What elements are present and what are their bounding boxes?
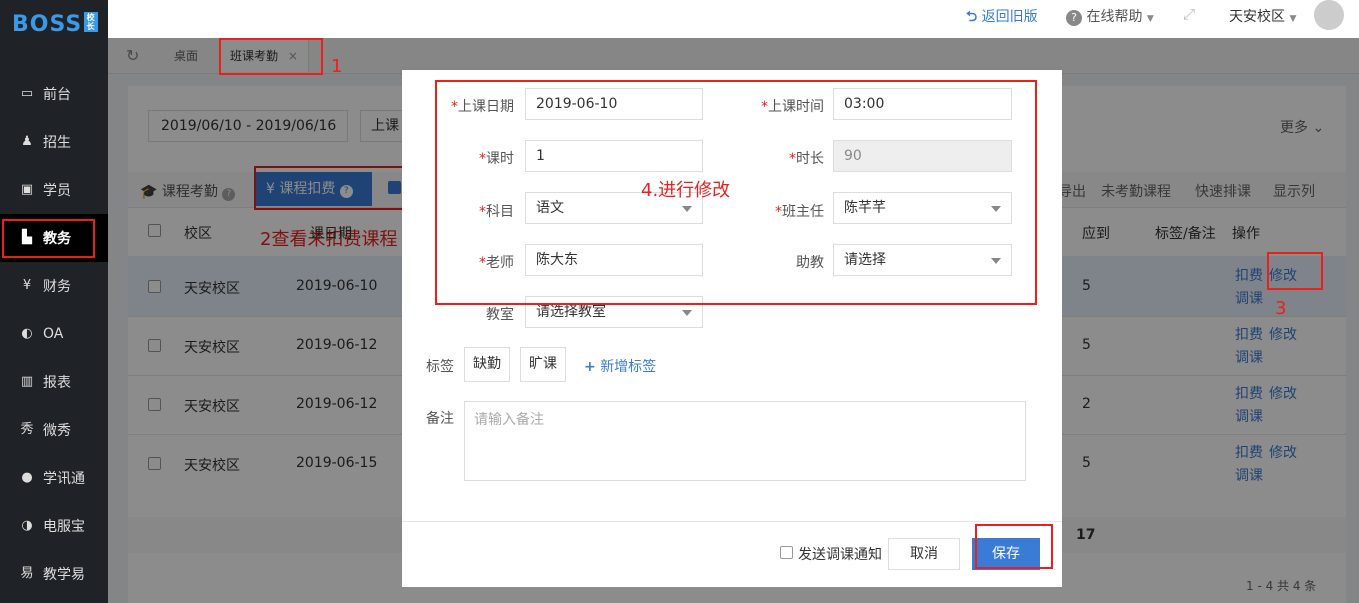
- bar-chart-icon: ▥: [20, 374, 34, 389]
- xiu-icon: 秀: [20, 422, 34, 437]
- plus-icon: +: [584, 359, 596, 375]
- sidebar-item-dianfubao[interactable]: ◑ 电服宝: [0, 502, 108, 550]
- id-card-icon: ▣: [20, 182, 34, 197]
- sidebar-item-enroll[interactable]: ♟ 招生: [0, 118, 108, 166]
- notify-checkbox[interactable]: [780, 546, 793, 559]
- chevron-down-icon: ▼: [1146, 14, 1154, 24]
- yen-icon: ¥: [22, 278, 32, 293]
- sidebar-item-xuexuntong[interactable]: ● 学讯通: [0, 454, 108, 502]
- annotation-box-edit: [1267, 252, 1323, 290]
- sidebar-item-finance[interactable]: ¥ 财务: [0, 262, 108, 310]
- user-add-icon: ♟: [21, 134, 33, 149]
- teach-icon: 易: [20, 566, 34, 581]
- annotation-4: 4.进行修改: [641, 180, 731, 201]
- undo-icon: ⮌: [966, 9, 978, 25]
- calendar-icon: ▭: [20, 86, 34, 101]
- add-tag-button[interactable]: + 新增标签: [584, 356, 656, 376]
- sidebar-item-frontdesk[interactable]: ▭ 前台: [0, 70, 108, 118]
- note-textarea[interactable]: 请输入备注: [464, 401, 1026, 481]
- tag-truant[interactable]: 旷课: [520, 347, 566, 382]
- fullscreen-icon[interactable]: ⤢: [1183, 5, 1195, 23]
- sidebar-item-weixiu[interactable]: 秀微秀: [0, 406, 108, 454]
- annotation-box-tab: [219, 38, 323, 75]
- annotation-1: 1: [331, 56, 343, 77]
- sidebar-item-jiaoxueyi[interactable]: 易教学易: [0, 550, 108, 598]
- notify-label: 发送调课通知: [798, 547, 882, 563]
- note-label: 备注: [426, 411, 454, 427]
- sidebar-item-reports[interactable]: ▥ 报表: [0, 358, 108, 406]
- room-label: 教室: [486, 307, 514, 323]
- help-icon: ?: [1066, 10, 1082, 26]
- modal-footer-divider: [402, 521, 1062, 522]
- phone-icon: ◑: [21, 518, 33, 533]
- sidebar-item-oa[interactable]: ◐ OA: [0, 310, 108, 358]
- sidebar-item-students[interactable]: ▣ 学员: [0, 166, 108, 214]
- toggle-icon: ◐: [21, 326, 33, 341]
- chevron-down-icon: ▼: [1289, 14, 1297, 24]
- topbar: ⮌ 返回旧版 ? 在线帮助 ▼ ⤢ 天安校区 ▼: [108, 0, 1359, 38]
- tags-label: 标签: [426, 359, 454, 375]
- pin-icon: ●: [21, 470, 33, 485]
- sidebar: BOSS 校长 ▭ 前台 ♟ 招生 ▣ 学员 ▙ 教务 ¥ 财务 ◐ OA ▥ 报表 秀微秀 ●…: [0, 0, 108, 603]
- annotation-3: 3: [1275, 298, 1287, 319]
- back-old-version-link[interactable]: ⮌ 返回旧版: [966, 6, 1038, 30]
- logo: BOSS 校长: [12, 12, 99, 37]
- online-help-menu[interactable]: ? 在线帮助 ▼: [1066, 6, 1154, 26]
- campus-selector[interactable]: 天安校区 ▼: [1229, 6, 1296, 26]
- annotation-box-form: [435, 80, 1037, 305]
- annotation-box-sidebar: [2, 219, 95, 258]
- tag-absent[interactable]: 缺勤: [464, 347, 510, 382]
- chevron-down-icon: [682, 310, 692, 316]
- avatar[interactable]: [1314, 0, 1344, 30]
- annotation-box-save: [975, 524, 1053, 569]
- cancel-button[interactable]: 取消: [888, 538, 960, 570]
